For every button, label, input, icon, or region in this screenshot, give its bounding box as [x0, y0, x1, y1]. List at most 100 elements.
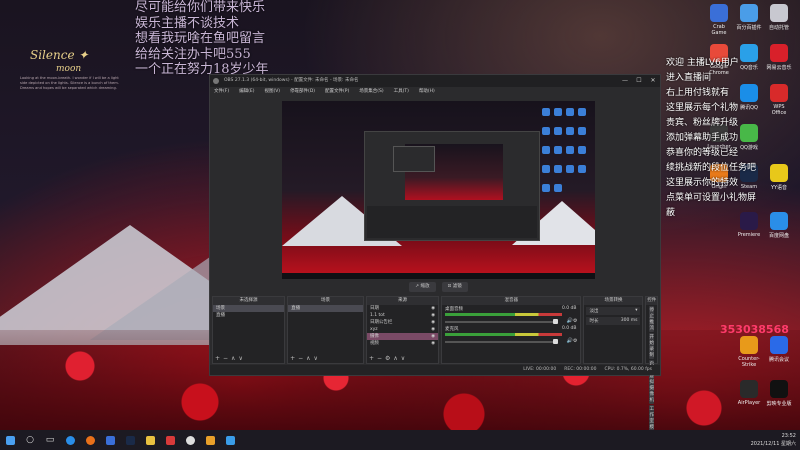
cpu-status: CPU: 0.7%, 60.00 fps — [604, 367, 653, 372]
stop-streaming-button[interactable]: 停止推流 — [649, 306, 654, 332]
nested-obs-window — [393, 146, 435, 172]
system-tray-clock[interactable]: 23:52 2021/12/11 星期六 — [751, 432, 796, 448]
desktop-icon[interactable]: Counter-Strike — [736, 336, 762, 368]
source-item[interactable]: 视频 ◉ — [367, 340, 438, 347]
app-icon[interactable] — [160, 430, 180, 450]
desktop-icon[interactable]: WPS Office — [766, 84, 792, 116]
app-icon[interactable] — [200, 430, 220, 450]
desktop-icon[interactable]: 网易云音乐 — [766, 44, 792, 71]
nested-docks — [367, 206, 537, 238]
menu-file[interactable]: 文件(F) — [214, 87, 229, 97]
app-icon — [770, 336, 788, 354]
app-icon[interactable] — [100, 430, 120, 450]
minimize-icon[interactable]: — — [618, 75, 632, 87]
desktop-icon[interactable]: 百分百插件 — [736, 4, 762, 31]
obs-taskbar-icon[interactable] — [180, 430, 200, 450]
stream-stat-number: 353038568 — [720, 323, 789, 336]
overlay-line: 尽可能给你们带来快乐 — [135, 0, 266, 15]
windows-taskbar: ○ ▭ 23:52 2021/12/11 星期六 — [0, 430, 800, 450]
source-item[interactable]: 日期 ◉ — [367, 305, 438, 312]
steam-icon[interactable] — [120, 430, 140, 450]
app-icon[interactable] — [220, 430, 240, 450]
app-icon — [770, 380, 788, 398]
desktop-icon-label: WPS Office — [771, 104, 787, 116]
desktop-icon[interactable]: 自动托管 — [766, 4, 792, 31]
menu-help[interactable]: 帮助(H) — [419, 87, 435, 97]
desktop-icon-label: AirPlayer — [737, 400, 761, 406]
app-icon — [740, 336, 758, 354]
eye-icon: ◉ — [431, 306, 436, 311]
scene-item[interactable]: 直播 — [213, 312, 284, 319]
duration-field[interactable]: 时长 300 ms — [586, 317, 641, 325]
zoom-button[interactable]: ↗ 缩放 — [409, 282, 436, 292]
obs-preview[interactable] — [282, 101, 595, 279]
scene-list-toolbar[interactable]: +−∧∨ — [290, 355, 321, 362]
filters-button[interactable]: ⊡ 滤镜 — [441, 282, 468, 292]
alert-line: 进入直播间 — [666, 73, 712, 83]
menu-profile[interactable]: 配置文件(P) — [325, 87, 349, 97]
menu-tools[interactable]: 工具(T) — [394, 87, 409, 97]
clock-time: 23:52 — [781, 433, 796, 439]
live-status: LIVE: 00:00:00 — [523, 367, 557, 372]
windows-start-icon[interactable] — [0, 430, 20, 450]
maximize-icon[interactable]: ☐ — [632, 75, 646, 87]
volume-meter — [445, 313, 563, 316]
controls-title: 控件 — [646, 297, 657, 305]
volume-knob[interactable] — [553, 319, 559, 324]
eye-icon: ◉ — [431, 341, 436, 346]
desktop-icon[interactable]: 剪映专业版 — [766, 380, 792, 407]
desktop-icon-label: Crab Game — [711, 24, 727, 36]
folder-icon[interactable] — [140, 430, 160, 450]
close-icon[interactable]: ✕ — [646, 75, 660, 87]
start-recording-button[interactable]: 开始录制 — [649, 333, 654, 359]
desktop-icon[interactable]: AirPlayer — [736, 380, 762, 406]
speaker-icon[interactable]: 🔊⚙ — [567, 318, 578, 324]
source-item[interactable]: 日期公告栏 ◉ — [367, 319, 438, 326]
channel-level: 0.0 dB — [561, 306, 577, 311]
source-item[interactable]: 1.1 tot ◉ — [367, 312, 438, 319]
obs-app-icon — [213, 78, 219, 84]
nested-obs-preview — [364, 131, 540, 241]
desktop-icon[interactable]: 百度网盘 — [766, 212, 792, 239]
clock-date: 2021/12/11 星期六 — [750, 441, 796, 447]
app-icon — [740, 4, 758, 22]
desktop-icon[interactable]: 腾讯会议 — [766, 336, 792, 363]
menu-docks[interactable]: 停靠部件(D) — [290, 87, 315, 97]
transitions-title: 场景转换 — [584, 297, 643, 305]
eye-icon: ◉ — [431, 313, 436, 318]
menu-view[interactable]: 视图(V) — [264, 87, 280, 97]
rec-status: REC: 00:00:00 — [564, 367, 597, 372]
alert-line: 欢迎 主播LV6用户 — [666, 58, 739, 68]
edge-icon[interactable] — [60, 430, 80, 450]
menu-edit[interactable]: 编辑(E) — [239, 87, 254, 97]
source-item[interactable]: xyz ◉ — [367, 326, 438, 333]
menu-scene-collection[interactable]: 场景集合(S) — [359, 87, 383, 97]
app-icon — [770, 84, 788, 102]
volume-slider[interactable] — [445, 321, 559, 323]
scene-item[interactable]: 直播 — [288, 305, 363, 312]
preview-taskbar — [282, 273, 595, 279]
scene-item[interactable]: 场景 — [213, 305, 285, 312]
channel-name: 麦克风 — [445, 327, 459, 332]
sources-toolbar[interactable]: +−⚙∧∨ — [369, 355, 408, 362]
scenes-dock: 未选择源 场景 直播 +−∧∨ — [212, 296, 286, 364]
channel-name: 桌面音频 — [445, 307, 464, 312]
desktop-icon[interactable]: YY语音 — [766, 164, 792, 191]
eye-icon: ◉ — [431, 320, 436, 325]
transition-select[interactable]: 淡出 ▾ — [586, 307, 641, 315]
search-icon[interactable]: ○ — [20, 430, 40, 450]
speaker-icon[interactable]: 🔊⚙ — [567, 338, 578, 344]
mixer-channel: 麦克风 0.0 dB 🔊⚙ — [442, 325, 580, 345]
desktop-icon[interactable]: Crab Game — [706, 4, 732, 36]
obs-menu-bar: 文件(F) 编辑(E) 视图(V) 停靠部件(D) 配置文件(P) 场景集合(S… — [210, 87, 660, 97]
volume-knob[interactable] — [553, 339, 559, 344]
source-item[interactable]: 摄像 ◉ — [366, 333, 439, 340]
scene-toolbar[interactable]: +−∧∨ — [215, 355, 246, 362]
firefox-icon[interactable] — [80, 430, 100, 450]
preview-desktop-icons — [540, 103, 592, 253]
volume-slider[interactable] — [445, 341, 559, 343]
overlay-line: 想看我玩啥在鱼吧留言 — [135, 31, 266, 46]
obs-window: OBS 27.1.3 (64-bit, windows) - 配置文件: 未命名… — [209, 74, 661, 450]
alert-line: 右上用付钱就有 — [666, 88, 730, 98]
task-view-icon[interactable]: ▭ — [40, 430, 60, 450]
